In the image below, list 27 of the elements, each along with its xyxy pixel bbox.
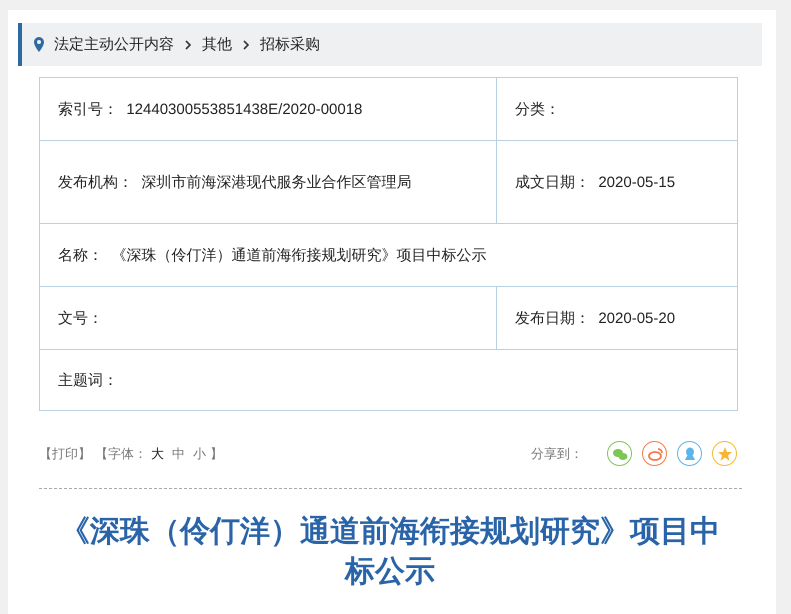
print-link[interactable]: 【打印】 xyxy=(39,444,91,462)
font-size-link[interactable]: 大 xyxy=(151,444,164,462)
share-button[interactable] xyxy=(607,441,632,466)
table-cell-text: 索引号： 12440300553851438E/2020-00018 xyxy=(57,100,364,120)
font-size-link[interactable]: 中 xyxy=(172,444,185,462)
share-button[interactable] xyxy=(677,441,702,466)
font-size-link[interactable]: 小 xyxy=(193,444,206,462)
share-button[interactable] xyxy=(642,441,667,466)
table-cell-text: 主题词： xyxy=(57,370,119,390)
table-cell: 成文日期： 2020-05-15 xyxy=(496,141,737,223)
share-button[interactable] xyxy=(712,441,737,466)
chevron-icon xyxy=(184,38,192,50)
table-cell: 发布日期： 2020-05-20 xyxy=(496,287,737,349)
chevron-icon xyxy=(242,38,250,50)
breadcrumb-link[interactable]: 其他 xyxy=(202,35,232,54)
location-pin-icon xyxy=(34,37,44,52)
breadcrumb-link[interactable]: 招标采购 xyxy=(260,35,320,54)
table-cell-text: 文号： xyxy=(57,308,104,328)
table-cell-text: 名称： 《深珠（伶仃洋）通道前海衔接规划研究》项目中标公示 xyxy=(57,246,488,266)
share-label: 分享到： xyxy=(531,444,583,462)
font-size-label: 【字体： xyxy=(95,444,147,462)
article-title: 《深珠（伶仃洋）通道前海衔接规划研究》项目中标公示 xyxy=(59,514,721,590)
breadcrumb-link[interactable]: 法定主动公开内容 xyxy=(54,35,174,54)
bracket-text: 】 xyxy=(210,444,223,462)
table-cell-text: 发布机构： 深圳市前海深港现代服务业合作区管理局 xyxy=(57,172,412,192)
star-icon xyxy=(716,446,732,462)
table-cell: 分类： xyxy=(496,78,737,140)
